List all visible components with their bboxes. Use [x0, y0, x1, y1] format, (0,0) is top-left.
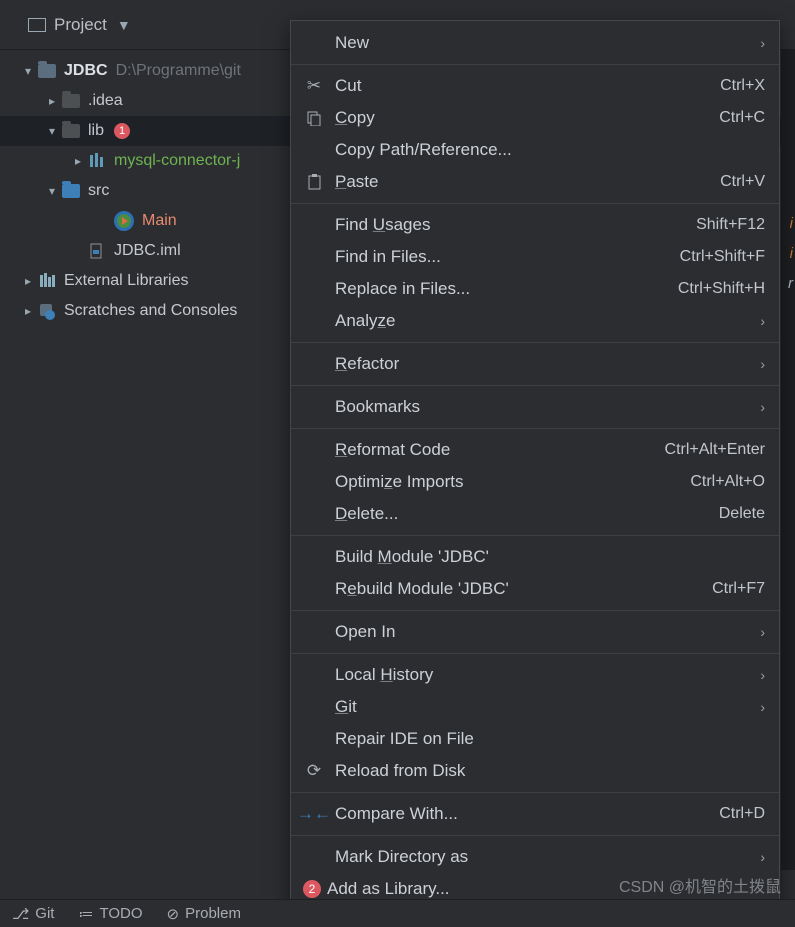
chevron-right-icon: ›: [760, 356, 765, 372]
menu-separator: [291, 64, 779, 65]
code-char: r: [788, 275, 793, 292]
menu-copy[interactable]: CopyCtrl+C: [291, 102, 779, 134]
menu-git[interactable]: Git›: [291, 691, 779, 723]
menu-copy-path[interactable]: Copy Path/Reference...: [291, 134, 779, 166]
copy-icon: [303, 111, 325, 126]
expand-icon[interactable]: ▾: [42, 124, 62, 138]
chevron-right-icon: ›: [760, 699, 765, 715]
menu-build-module[interactable]: Build Module 'JDBC': [291, 541, 779, 573]
menu-cut[interactable]: ✂CutCtrl+X: [291, 70, 779, 102]
menu-separator: [291, 835, 779, 836]
module-folder-icon: [38, 64, 56, 78]
menu-find-files[interactable]: Find in Files...Ctrl+Shift+F: [291, 241, 779, 273]
watermark: CSDN @机智的土拨鼠: [619, 873, 781, 897]
file-label: mysql-connector-j: [114, 152, 240, 170]
class-run-icon: [114, 211, 134, 231]
menu-optimize-imports[interactable]: Optimize ImportsCtrl+Alt+O: [291, 466, 779, 498]
menu-new[interactable]: New›: [291, 27, 779, 59]
menu-analyze[interactable]: Analyze›: [291, 305, 779, 337]
status-bar: ⎇Git ≔TODO ⊘Problem: [0, 899, 795, 927]
chevron-right-icon: ›: [760, 399, 765, 415]
jar-icon: [88, 152, 106, 170]
scratches-icon: [38, 302, 56, 320]
editor-peek: [781, 50, 795, 870]
step-badge: 2: [303, 880, 321, 898]
menu-open-in[interactable]: Open In›: [291, 616, 779, 648]
menu-local-history[interactable]: Local History›: [291, 659, 779, 691]
status-todo[interactable]: ≔TODO: [78, 905, 142, 923]
menu-paste[interactable]: PasteCtrl+V: [291, 166, 779, 198]
menu-bookmarks[interactable]: Bookmarks›: [291, 391, 779, 423]
chevron-right-icon: ›: [760, 667, 765, 683]
chevron-right-icon: ›: [760, 35, 765, 51]
expand-icon[interactable]: ▸: [42, 94, 62, 108]
menu-separator: [291, 428, 779, 429]
menu-replace-files[interactable]: Replace in Files...Ctrl+Shift+H: [291, 273, 779, 305]
file-label: Main: [142, 212, 177, 230]
root-name: JDBC: [64, 62, 108, 80]
src-folder-icon: [62, 184, 80, 198]
chevron-down-icon[interactable]: ▼: [117, 17, 131, 33]
context-menu: New› ✂CutCtrl+X CopyCtrl+C Copy Path/Ref…: [290, 20, 780, 912]
root-path: D:\Programme\git: [116, 62, 241, 80]
notification-badge: 1: [114, 123, 130, 139]
tree-label: Scratches and Consoles: [64, 302, 237, 320]
menu-separator: [291, 385, 779, 386]
folder-label: .idea: [88, 92, 123, 110]
folder-icon: [62, 94, 80, 108]
git-branch-icon: ⎇: [12, 905, 29, 923]
todo-icon: ≔: [78, 905, 93, 923]
menu-find-usages[interactable]: Find UsagesShift+F12: [291, 209, 779, 241]
menu-refactor[interactable]: Refactor›: [291, 348, 779, 380]
menu-separator: [291, 342, 779, 343]
menu-reload-disk[interactable]: ⟳Reload from Disk: [291, 755, 779, 787]
menu-separator: [291, 610, 779, 611]
menu-mark-directory[interactable]: Mark Directory as›: [291, 841, 779, 873]
libraries-icon: [38, 272, 56, 290]
code-char: i: [790, 245, 793, 262]
menu-separator: [291, 653, 779, 654]
menu-compare[interactable]: →←Compare With...Ctrl+D: [291, 798, 779, 830]
chevron-right-icon: ›: [760, 624, 765, 640]
menu-rebuild-module[interactable]: Rebuild Module 'JDBC'Ctrl+F7: [291, 573, 779, 605]
problems-icon: ⊘: [167, 905, 180, 923]
folder-label: lib: [88, 122, 104, 140]
chevron-right-icon: ›: [760, 313, 765, 329]
menu-separator: [291, 203, 779, 204]
folder-icon: [62, 124, 80, 138]
panel-title: Project: [54, 15, 107, 35]
status-problems[interactable]: ⊘Problem: [167, 905, 241, 923]
iml-file-icon: [88, 242, 106, 260]
expand-icon[interactable]: ▾: [42, 184, 62, 198]
menu-separator: [291, 535, 779, 536]
compare-icon: →←: [303, 804, 325, 824]
project-icon: [28, 18, 46, 32]
expand-icon[interactable]: ▸: [68, 154, 88, 168]
file-label: JDBC.iml: [114, 242, 181, 260]
expand-icon[interactable]: ▾: [18, 64, 38, 78]
expand-icon[interactable]: ▸: [18, 274, 38, 288]
status-git[interactable]: ⎇Git: [12, 905, 54, 923]
reload-icon: ⟳: [303, 761, 325, 781]
menu-delete[interactable]: Delete...Delete: [291, 498, 779, 530]
chevron-right-icon: ›: [760, 849, 765, 865]
expand-icon[interactable]: ▸: [18, 304, 38, 318]
paste-icon: [303, 174, 325, 190]
code-char: i: [790, 215, 793, 232]
menu-reformat[interactable]: Reformat CodeCtrl+Alt+Enter: [291, 434, 779, 466]
folder-label: src: [88, 182, 109, 200]
cut-icon: ✂: [303, 76, 325, 96]
menu-repair-ide[interactable]: Repair IDE on File: [291, 723, 779, 755]
tree-label: External Libraries: [64, 272, 189, 290]
menu-separator: [291, 792, 779, 793]
